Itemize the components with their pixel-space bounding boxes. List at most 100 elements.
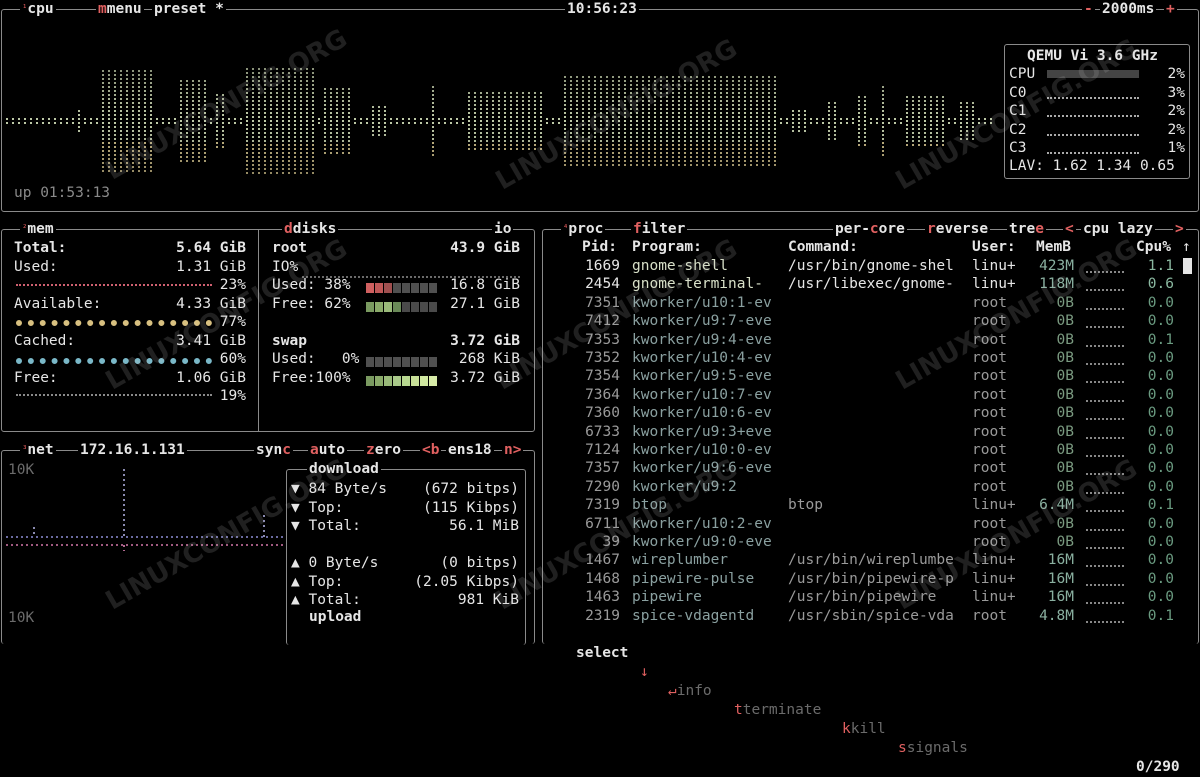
- table-row[interactable]: 7412 kworker/u9:7-eve root 0B 0.0: [548, 312, 1198, 330]
- proc-footer: select ↓ ↵info tterminate kkill ssignals…: [548, 625, 1198, 775]
- cpu-graph-cell: [1086, 435, 1124, 439]
- mem-cell: 6.4M: [1039, 497, 1074, 514]
- table-row[interactable]: 39 kworker/u9:0-eve root 0B 0.0: [548, 533, 1198, 551]
- core-label: C2: [1009, 121, 1027, 138]
- mem-free-pct: 19%: [219, 388, 246, 404]
- header-command[interactable]: Command:: [788, 238, 858, 256]
- cpu-cell: 0.1: [1147, 607, 1174, 624]
- stat-value: (0 bitps): [440, 555, 519, 571]
- table-row[interactable]: 7124 kworker/u10:0-ev root 0B 0.0: [548, 441, 1198, 459]
- pid-cell: 7352: [585, 350, 620, 366]
- select-button[interactable]: select: [576, 644, 628, 663]
- header-mem[interactable]: MemB: [1036, 238, 1071, 256]
- net-next-iface[interactable]: n>: [502, 441, 524, 459]
- net-tab[interactable]: ³net: [20, 441, 56, 459]
- table-row[interactable]: 2319 spice-vdagentd/usr/sbin/spice-vda roo…: [548, 607, 1198, 625]
- user-cell: root: [972, 442, 1007, 458]
- pid-cell: 6733: [585, 423, 620, 440]
- table-row[interactable]: 1463 pipewire/usr/bin/pipewire linu+ 16M 0.0: [548, 588, 1198, 606]
- pid-cell: 7357: [585, 460, 620, 477]
- menu-button[interactable]: mmenu: [96, 0, 144, 18]
- mem-panel: ²mem ddisks io Total: 5.64 GiB Used: 1.3…: [1, 220, 535, 432]
- info-button[interactable]: ↵info: [668, 682, 712, 701]
- command-cell: /usr/libexec/gnome-: [788, 276, 954, 293]
- stat-label: 0 Byte/s: [308, 555, 379, 571]
- net-sync-button[interactable]: sync: [254, 441, 293, 459]
- stat-value: (672 bitps): [422, 481, 519, 497]
- per-core-button[interactable]: per-core: [833, 220, 907, 238]
- table-row[interactable]: 7290 kworker/u9:2 root 0B 0.0: [548, 478, 1198, 496]
- proc-scrollbar-thumb[interactable]: [1183, 258, 1192, 274]
- mem-tab[interactable]: ²mem: [20, 220, 56, 238]
- mem-cell: 0B: [1056, 515, 1074, 532]
- disk-used-meter: [366, 281, 438, 293]
- cpu-graph-cell: [1086, 545, 1124, 549]
- select-down-icon[interactable]: ↓: [640, 663, 649, 682]
- net-stats-box: download ▼ 84 Byte/s (672 bitps) ▼ Top: (11…: [286, 460, 526, 645]
- stat-label: Total:: [308, 518, 361, 534]
- table-row[interactable]: 2454 gnome-terminal- /usr/libexec/gnome-li…: [548, 275, 1198, 293]
- table-row[interactable]: 6733 kworker/u9:3+eve root 0B 0.0: [548, 423, 1198, 441]
- sort-next[interactable]: >: [1173, 220, 1186, 238]
- io-tab[interactable]: io: [492, 220, 514, 238]
- header-program[interactable]: Program:: [632, 238, 702, 256]
- table-row[interactable]: 7351 kworker/u10:1-ev root 0B 0.0: [548, 294, 1198, 312]
- filter-button[interactable]: filter: [631, 220, 688, 238]
- table-row[interactable]: 1669 gnome-shell/usr/bin/gnome-shel linu+ 4…: [548, 257, 1198, 275]
- net-zero-button[interactable]: zero: [364, 441, 403, 459]
- user-cell: root: [972, 331, 1007, 348]
- upload-arrow-icon: ▲: [291, 592, 300, 608]
- table-row[interactable]: 7360 kworker/u10:6-ev root 0B 0.0: [548, 404, 1198, 422]
- interval-plus[interactable]: +: [1164, 0, 1177, 18]
- interval-minus[interactable]: -: [1082, 0, 1095, 18]
- cpu-cell: 0.0: [1147, 313, 1174, 330]
- mem-used-label: Used:: [14, 259, 58, 275]
- table-row[interactable]: 1468 pipewire-pulse/usr/bin/pipewire-p lin…: [548, 570, 1198, 588]
- terminate-button[interactable]: tterminate: [734, 701, 821, 720]
- cpu-cell: 0.0: [1147, 460, 1174, 477]
- table-row[interactable]: 7354 kworker/u9:5-eve root 0B 0.0: [548, 367, 1198, 385]
- cpu-cell: 0.0: [1147, 368, 1174, 385]
- net-prev-iface[interactable]: <b: [420, 441, 442, 459]
- sort-prev[interactable]: <: [1063, 220, 1076, 238]
- net-auto-button[interactable]: auto: [308, 441, 347, 459]
- pid-cell: 7360: [585, 405, 620, 422]
- table-row[interactable]: 7353 kworker/u9:4-eve root 0B 0.1: [548, 331, 1198, 349]
- table-row[interactable]: 7364 kworker/u10:7-ev root 0B 0.0: [548, 386, 1198, 404]
- mem-total: 5.64 GiB: [176, 240, 246, 256]
- preset-button[interactable]: preset *: [152, 0, 226, 18]
- disks-tab[interactable]: ddisks: [282, 220, 339, 238]
- cpu-model: QEMU Vi 3.6 GHz: [1027, 48, 1158, 64]
- table-row[interactable]: 1467 wireplumber/usr/bin/wireplumbe linu+ 1…: [548, 551, 1198, 569]
- program-cell: gnome-terminal-: [632, 276, 763, 293]
- proc-tab[interactable]: ⁴proc: [561, 220, 606, 238]
- table-row[interactable]: 6711 kworker/u10:2-ev root 0B 0.0: [548, 515, 1198, 533]
- signals-button[interactable]: ssignals: [898, 739, 968, 758]
- cpu-tab[interactable]: ¹cpu: [20, 0, 56, 18]
- header-pid[interactable]: Pid:: [582, 238, 617, 256]
- program-cell: pipewire-pulse: [632, 570, 755, 587]
- user-cell: linu+: [972, 570, 1016, 587]
- program-cell: kworker/u10:0-ev: [632, 442, 772, 458]
- stat-value: (115 Kibps): [422, 499, 519, 516]
- cpu-graph-cell: [1086, 490, 1124, 494]
- mem-avail-label: Available:: [14, 296, 102, 312]
- table-row[interactable]: 7319 btop btop linu+ 6.4M 0.1: [548, 496, 1198, 514]
- scroll-up-icon[interactable]: ↑: [1182, 238, 1191, 256]
- reverse-button[interactable]: reverse: [925, 220, 991, 238]
- program-cell: kworker/u9:3+eve: [632, 423, 772, 440]
- cpu-cell: 0.1: [1147, 497, 1174, 514]
- table-row[interactable]: 7352 kworker/u10:4-ev root 0B 0.0: [548, 349, 1198, 367]
- command-cell: /usr/bin/wireplumbe: [788, 552, 954, 569]
- tree-button[interactable]: tree: [1007, 220, 1046, 238]
- core-label: C0: [1009, 84, 1027, 101]
- header-user[interactable]: User:: [972, 238, 1016, 256]
- header-cpu[interactable]: Cpu%: [1136, 238, 1171, 256]
- kill-button[interactable]: kkill: [842, 720, 886, 739]
- mem-cell: 0B: [1056, 460, 1074, 477]
- table-row[interactable]: 7357 kworker/u9:6-eve root 0B 0.0: [548, 459, 1198, 477]
- pid-cell: 7354: [585, 368, 620, 385]
- cpu-cell: 0.0: [1147, 386, 1174, 403]
- upload-stat-row: ▲ 0 Byte/s (0 bitps): [291, 554, 523, 572]
- mem-cell: 0B: [1056, 442, 1074, 458]
